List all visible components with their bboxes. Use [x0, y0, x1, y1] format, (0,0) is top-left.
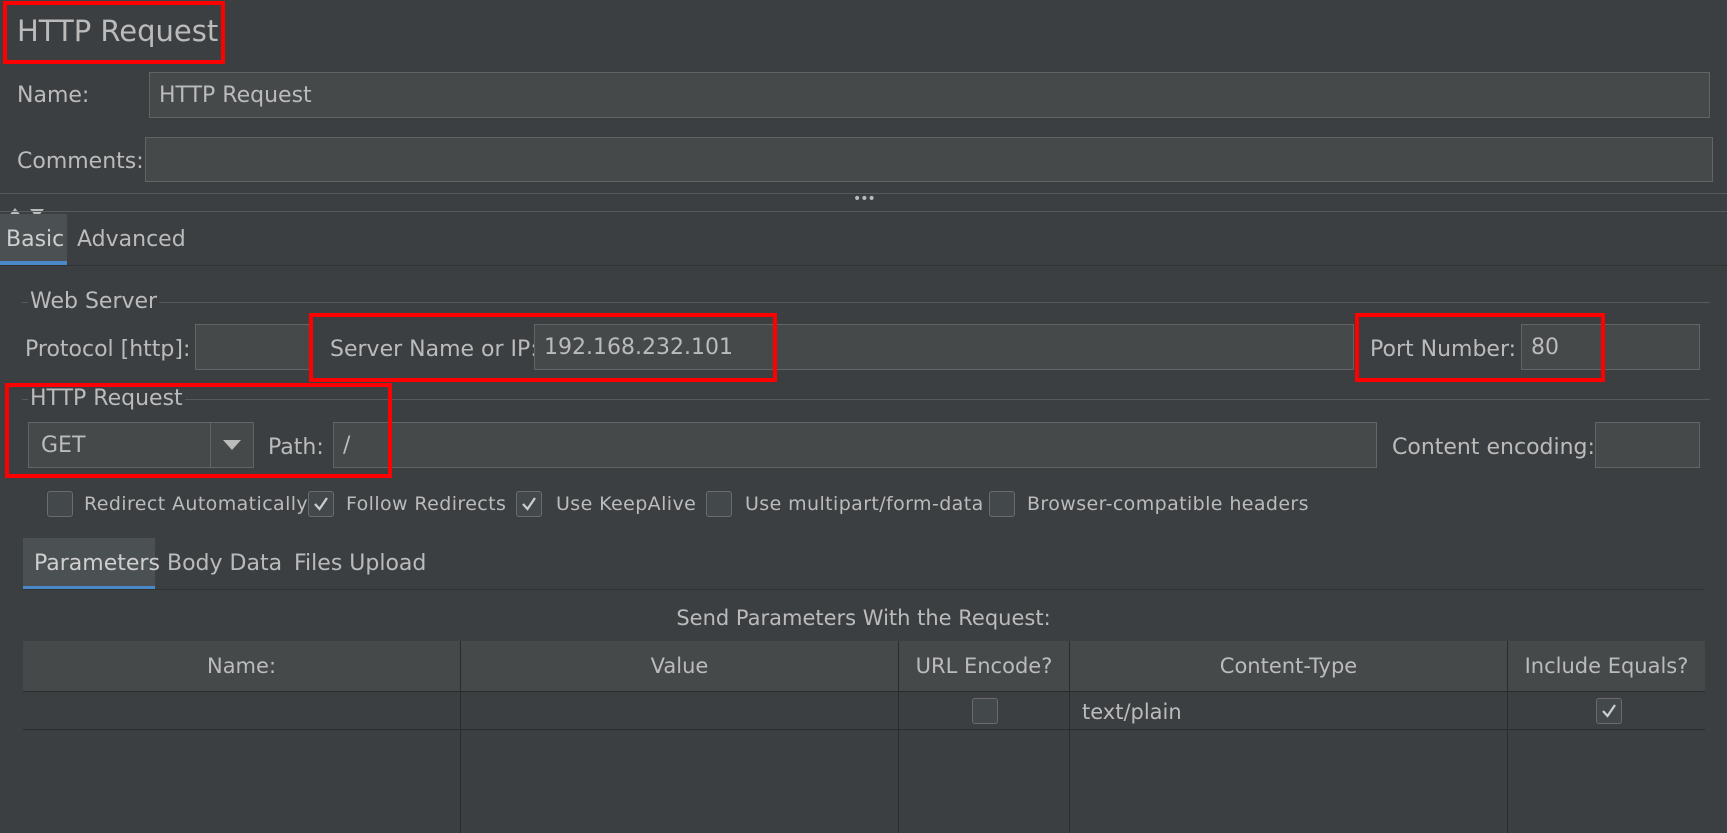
use-keepalive-checkbox[interactable] — [516, 491, 542, 517]
use-multipart-label: Use multipart/form-data — [745, 493, 984, 515]
splitter-bottom-line — [0, 211, 1727, 212]
column-divider — [460, 641, 461, 833]
column-header-include-equals[interactable]: Include Equals? — [1508, 641, 1705, 691]
column-header-name[interactable]: Name: — [23, 641, 460, 691]
path-label: Path: — [268, 435, 324, 460]
checkmark-icon — [1602, 704, 1616, 718]
port-number-label: Port Number: — [1370, 337, 1517, 362]
splitter-handle-icon[interactable]: ••• — [853, 191, 876, 207]
panel-title: HTTP Request — [17, 14, 219, 48]
web-server-group-line — [22, 302, 1710, 303]
tab-advanced[interactable]: Advanced — [77, 227, 186, 252]
column-header-value[interactable]: Value — [461, 641, 898, 691]
column-header-url-encode[interactable]: URL Encode? — [899, 641, 1069, 691]
checkmark-icon — [522, 497, 536, 511]
chevron-down-icon[interactable] — [211, 440, 253, 450]
comments-field[interactable] — [145, 137, 1713, 182]
protocol-label: Protocol [http]: — [25, 337, 191, 362]
param-tabs-bottom-line — [23, 589, 1705, 590]
checkmark-icon — [314, 497, 328, 511]
method-value: GET — [41, 432, 86, 458]
parameters-caption: Send Parameters With the Request: — [676, 606, 1051, 630]
tab-basic[interactable]: Basic — [6, 227, 64, 252]
tab-parameters[interactable]: Parameters — [34, 551, 160, 576]
method-dropdown[interactable]: GET — [28, 422, 254, 468]
include-equals-checkbox[interactable] — [1596, 698, 1622, 724]
path-field[interactable]: / — [333, 422, 1377, 468]
browser-compatible-headers-checkbox[interactable] — [989, 491, 1015, 517]
redirect-automatically-label: Redirect Automatically — [84, 493, 309, 515]
port-number-field[interactable]: 80 — [1521, 324, 1700, 370]
server-name-label: Server Name or IP: — [330, 337, 538, 362]
column-divider — [1507, 641, 1508, 833]
content-encoding-label: Content encoding: — [1392, 435, 1595, 460]
web-server-legend: Web Server — [28, 289, 160, 314]
table-row-bottom-line — [23, 729, 1705, 730]
http-request-group-line — [22, 399, 1710, 400]
param-row-name-cell[interactable] — [23, 692, 460, 729]
browser-compatible-headers-label: Browser-compatible headers — [1027, 493, 1309, 515]
use-multipart-checkbox[interactable] — [706, 491, 732, 517]
name-label: Name: — [17, 83, 90, 108]
follow-redirects-label: Follow Redirects — [346, 493, 507, 515]
url-encode-checkbox[interactable] — [972, 698, 998, 724]
comments-label: Comments: — [17, 149, 144, 174]
follow-redirects-checkbox[interactable] — [308, 491, 334, 517]
param-row-value-cell[interactable] — [461, 692, 898, 729]
use-keepalive-label: Use KeepAlive — [556, 493, 697, 515]
tabs-bottom-line — [0, 265, 1727, 266]
tab-body-data[interactable]: Body Data — [167, 551, 282, 576]
http-request-legend: HTTP Request — [28, 386, 185, 411]
content-type-cell[interactable]: text/plain — [1082, 700, 1182, 724]
column-divider — [1069, 641, 1070, 833]
redirect-automatically-checkbox[interactable] — [47, 491, 73, 517]
column-divider — [898, 641, 899, 833]
content-encoding-field[interactable] — [1595, 422, 1700, 468]
tab-files-upload[interactable]: Files Upload — [294, 551, 426, 576]
column-header-content-type[interactable]: Content-Type — [1070, 641, 1507, 691]
protocol-field[interactable] — [195, 324, 310, 370]
server-name-field[interactable]: 192.168.232.101 — [534, 324, 1354, 370]
name-field[interactable]: HTTP Request — [149, 72, 1710, 118]
